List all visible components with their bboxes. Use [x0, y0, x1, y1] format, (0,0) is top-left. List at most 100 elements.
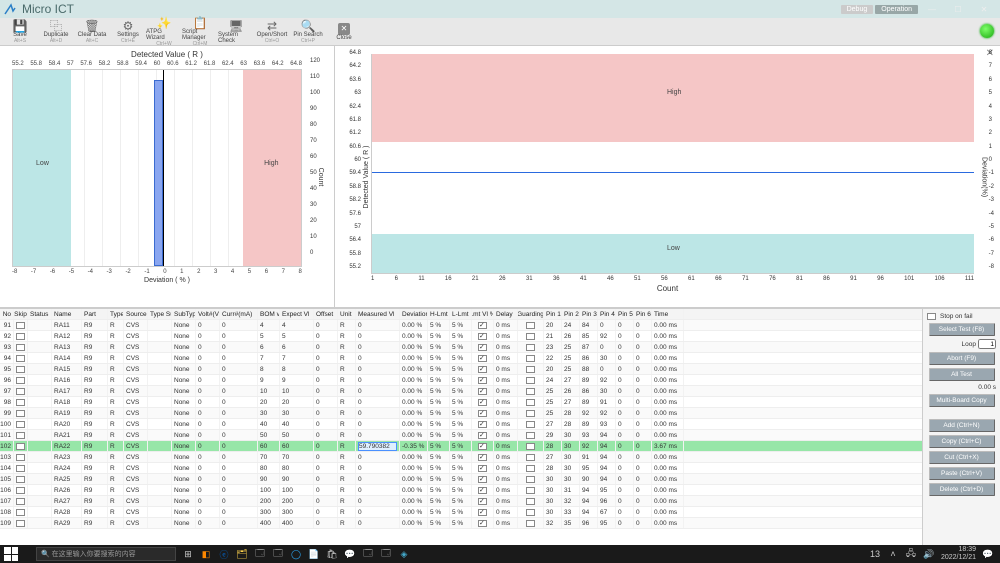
add-button[interactable]: Add (Ctrl+N)	[929, 419, 995, 432]
guarding-checkbox[interactable]	[526, 454, 535, 461]
abort-button[interactable]: Abort (F9)	[929, 352, 995, 365]
paste-button[interactable]: Paste (Ctrl+V)	[929, 467, 995, 480]
skip-checkbox[interactable]	[16, 421, 25, 428]
toolbar-close-button[interactable]: ✕Close	[326, 19, 362, 45]
table-row[interactable]: 100RA20R9RCVSNone0040400R00.00 %5 %5 %0 …	[0, 419, 922, 430]
task-view-icon[interactable]: ⊞	[182, 548, 194, 560]
lmt-checkbox[interactable]	[478, 476, 487, 483]
app-icon-1[interactable]: ◧	[200, 548, 212, 560]
skip-checkbox[interactable]	[16, 509, 25, 516]
guarding-checkbox[interactable]	[526, 355, 535, 362]
toolbar-pin-search-button[interactable]: 🔍Pin SearchCtrl+P	[290, 19, 326, 45]
col-header[interactable]: Source	[124, 309, 148, 319]
lmt-checkbox[interactable]	[478, 454, 487, 461]
toolbar-settings-button[interactable]: ⚙SettingsCtrl+E	[110, 19, 146, 45]
col-header[interactable]: Offset	[314, 309, 338, 319]
lmt-checkbox[interactable]	[478, 465, 487, 472]
col-header[interactable]: Pin 5	[616, 309, 634, 319]
guarding-checkbox[interactable]	[526, 443, 535, 450]
toolbar-clear-data-button[interactable]: 🗑Clear DataAlt+C	[74, 19, 110, 45]
lmt-checkbox[interactable]	[478, 355, 487, 362]
guarding-checkbox[interactable]	[526, 322, 535, 329]
lmt-checkbox[interactable]	[478, 498, 487, 505]
close-window-button[interactable]: ✕	[972, 2, 996, 16]
skip-checkbox[interactable]	[16, 443, 25, 450]
stop-on-fail-checkbox[interactable]	[927, 313, 936, 320]
col-header[interactable]: Delay	[494, 309, 518, 319]
table-row[interactable]: 106RA26R9RCVSNone001001000R00.00 %5 %5 %…	[0, 485, 922, 496]
multi-board-copy-button[interactable]: Multi-Board Copy	[929, 394, 995, 407]
col-header[interactable]: Guarding	[518, 309, 544, 319]
col-header[interactable]: H-Lmt	[428, 309, 450, 319]
app-icon-7[interactable]: 🗔	[362, 548, 374, 560]
app-icon-4[interactable]: ◯	[290, 548, 302, 560]
cut-button[interactable]: Cut (Ctrl+X)	[929, 451, 995, 464]
table-row[interactable]: 91RA11R9RCVSNone00440R00.00 %5 %5 %0 ms2…	[0, 320, 922, 331]
app-icon-6[interactable]: 🛍	[326, 548, 338, 560]
guarding-checkbox[interactable]	[526, 377, 535, 384]
lmt-checkbox[interactable]	[478, 410, 487, 417]
col-header[interactable]: Name	[52, 309, 82, 319]
skip-checkbox[interactable]	[16, 355, 25, 362]
lmt-checkbox[interactable]	[478, 520, 487, 527]
delete-button[interactable]: Delete (Ctrl+D)	[929, 483, 995, 496]
lmt-checkbox[interactable]	[478, 377, 487, 384]
app-icon-3[interactable]: 🗔	[272, 548, 284, 560]
lmt-checkbox[interactable]	[478, 322, 487, 329]
select-test-button[interactable]: Select Test (F8)	[929, 323, 995, 336]
table-row[interactable]: 103RA23R9RCVSNone0070700R00.00 %5 %5 %0 …	[0, 452, 922, 463]
windows-start-icon[interactable]	[4, 547, 18, 561]
table-row[interactable]: 109RA29R9RCVSNone004004000R00.00 %5 %5 %…	[0, 518, 922, 529]
col-header[interactable]: Status	[28, 309, 52, 319]
toolbar-duplicate-button[interactable]: ⿻DuplicateAlt+D	[38, 19, 74, 45]
col-header[interactable]: L-Lmt	[450, 309, 472, 319]
guarding-checkbox[interactable]	[526, 333, 535, 340]
skip-checkbox[interactable]	[16, 377, 25, 384]
guarding-checkbox[interactable]	[526, 509, 535, 516]
col-header[interactable]: Pin 1	[544, 309, 562, 319]
table-row[interactable]: 96RA16R9RCVSNone00990R00.00 %5 %5 %0 ms2…	[0, 375, 922, 386]
lmt-checkbox[interactable]	[478, 333, 487, 340]
operation-badge[interactable]: Operation	[875, 5, 918, 14]
guarding-checkbox[interactable]	[526, 432, 535, 439]
app-icon-2[interactable]: 🗔	[254, 548, 266, 560]
lmt-checkbox[interactable]	[478, 388, 487, 395]
skip-checkbox[interactable]	[16, 333, 25, 340]
network-icon[interactable]: 🖧	[905, 548, 917, 560]
table-row[interactable]: 105RA25R9RCVSNone0090900R00.00 %5 %5 %0 …	[0, 474, 922, 485]
table-row[interactable]: 94RA14R9RCVSNone00770R00.00 %5 %5 %0 ms2…	[0, 353, 922, 364]
edge-icon[interactable]: ⓔ	[218, 548, 230, 560]
lmt-checkbox[interactable]	[478, 487, 487, 494]
copy-button[interactable]: Copy (Ctrl+C)	[929, 435, 995, 448]
table-row[interactable]: 98RA18R9RCVSNone0020200R00.00 %5 %5 %0 m…	[0, 397, 922, 408]
skip-checkbox[interactable]	[16, 399, 25, 406]
table-row[interactable]: 102RA22R9RCVSNone0060600R59.790382-0.35 …	[0, 441, 922, 452]
col-header[interactable]: No	[0, 309, 14, 319]
col-header[interactable]: Type Sub	[148, 309, 172, 319]
tray-up-icon[interactable]: ˄	[887, 548, 899, 560]
col-header[interactable]: Part	[82, 309, 108, 319]
col-header[interactable]: Unit	[338, 309, 356, 319]
toolbar-open-short-button[interactable]: ⇄Open/ShortCtrl+O	[254, 19, 290, 45]
skip-checkbox[interactable]	[16, 344, 25, 351]
skip-checkbox[interactable]	[16, 454, 25, 461]
col-header[interactable]: Time	[652, 309, 684, 319]
all-test-button[interactable]: All Test	[929, 368, 995, 381]
guarding-checkbox[interactable]	[526, 399, 535, 406]
toolbar-save-button[interactable]: 💾SaveAlt+S	[2, 19, 38, 45]
skip-checkbox[interactable]	[16, 520, 25, 527]
skip-checkbox[interactable]	[16, 487, 25, 494]
col-header[interactable]: Skip	[14, 309, 28, 319]
app-icon-8[interactable]: 🗔	[380, 548, 392, 560]
table-row[interactable]: 108RA28R9RCVSNone003003000R00.00 %5 %5 %…	[0, 507, 922, 518]
col-header[interactable]: Pin 6	[634, 309, 652, 319]
results-grid[interactable]: NoSkipStatusNamePartTypeSourceType SubSu…	[0, 308, 922, 545]
app-icon-5[interactable]: 📄	[308, 548, 320, 560]
toolbar-system-check-button[interactable]: 🖥System Check	[218, 19, 254, 45]
table-row[interactable]: 101RA21R9RCVSNone0050500R00.00 %5 %5 %0 …	[0, 430, 922, 441]
skip-checkbox[interactable]	[16, 410, 25, 417]
lmt-checkbox[interactable]	[478, 509, 487, 516]
skip-checkbox[interactable]	[16, 366, 25, 373]
minimize-button[interactable]: —	[920, 2, 944, 16]
wechat-icon[interactable]: 💬	[344, 548, 356, 560]
